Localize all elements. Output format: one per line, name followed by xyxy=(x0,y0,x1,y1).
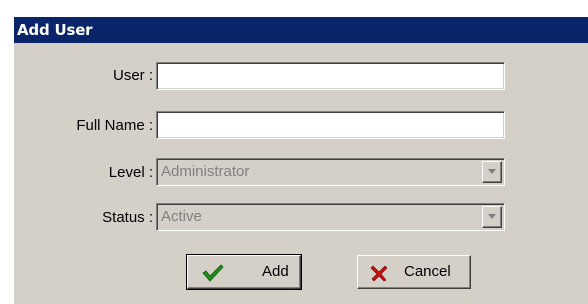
cancel-button[interactable]: Cancel xyxy=(357,255,471,289)
status-label: Status : xyxy=(102,209,153,226)
fullname-label: Full Name : xyxy=(76,117,153,134)
status-dropdown-button[interactable] xyxy=(482,206,502,228)
user-label: User : xyxy=(112,67,153,84)
fullname-field-frame xyxy=(156,111,505,139)
user-input[interactable] xyxy=(157,63,504,89)
dialog-title: Add User xyxy=(14,17,588,43)
checkmark-icon xyxy=(202,264,224,282)
level-value: Administrator xyxy=(161,163,250,180)
status-value: Active xyxy=(161,208,202,225)
x-icon xyxy=(370,265,388,282)
user-field-frame xyxy=(156,62,505,90)
cancel-button-label: Cancel xyxy=(404,263,451,280)
add-button-label: Add xyxy=(262,263,289,280)
add-button[interactable]: Add xyxy=(186,254,302,290)
status-select[interactable]: Active xyxy=(156,203,505,231)
chevron-down-icon xyxy=(488,214,496,219)
fullname-input[interactable] xyxy=(157,112,504,138)
add-user-dialog: Add User User : Full Name : Level : Admi… xyxy=(13,16,588,304)
level-label: Level : xyxy=(108,164,153,181)
level-select[interactable]: Administrator xyxy=(156,158,505,186)
level-dropdown-button[interactable] xyxy=(482,161,502,183)
chevron-down-icon xyxy=(488,169,496,174)
